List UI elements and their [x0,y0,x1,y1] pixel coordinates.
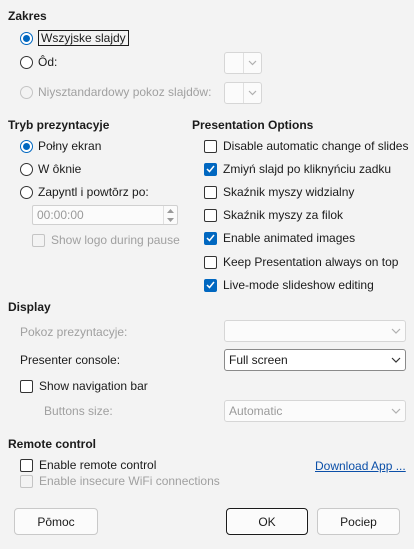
chevron-down-icon[interactable] [387,321,405,341]
chevron-down-icon[interactable] [387,401,405,421]
radio-in-window-label: W ôknie [38,162,82,176]
option-checkbox-6[interactable]: Live-mode slideshow editing [204,278,374,292]
checkbox-indicator[interactable] [20,474,33,488]
option-label: Disable automatic change of slides [223,139,409,153]
checkbox-unchecked-icon[interactable] [204,255,217,269]
checkbox-show-nav-bar[interactable]: Show navigation bar [20,379,148,393]
from-slide-select[interactable] [224,52,262,74]
option-checkbox-4[interactable]: Enable animated images [204,231,355,245]
checkbox-show-logo[interactable]: Show logo during pause [32,233,180,247]
checkbox-unchecked-icon[interactable] [204,139,217,153]
remote-section-title: Remote control [8,437,97,451]
radio-indicator[interactable] [20,85,33,99]
display-section-title: Display [8,300,51,314]
spin-up-icon[interactable] [164,206,177,215]
checkbox-unchecked-icon[interactable] [204,185,217,199]
option-label: Skaźnik myszy widzialny [223,185,355,199]
download-app-link[interactable]: Download App ... [315,459,406,473]
chevron-down-icon[interactable] [243,53,261,73]
radio-from-label: Ôd: [38,55,58,69]
option-label: Skaźnik myszy za filok [223,208,344,222]
buttons-size-value: Automatic [229,404,283,418]
radio-loop-label: Zapyntl i powtōrz po: [38,185,149,199]
checkbox-unchecked-icon[interactable] [204,208,217,222]
enable-remote-label: Enable remote control [39,458,157,472]
help-button[interactable]: Pōmoc [14,508,98,535]
buttons-size-select[interactable]: Automatic [224,400,406,422]
checkbox-indicator[interactable] [32,233,45,247]
radio-indicator[interactable] [20,139,33,153]
radio-custom-show[interactable]: Niysztandardowy pokoz slajdōw: [20,85,211,99]
radio-all-slides-label: Wszyjske slajdy [38,30,129,46]
checkbox-indicator[interactable] [20,458,33,472]
options-section-title: Presentation Options [192,118,314,132]
checkbox-enable-remote[interactable]: Enable remote control [20,458,156,472]
loop-time-spinner[interactable]: 00:00:00 [32,205,178,225]
presentation-display-label: Pokoz prezyntacyje: [20,325,128,339]
option-label: Enable animated images [223,231,356,245]
presenter-console-label: Presenter console: [20,353,121,367]
option-label: Live-mode slideshow editing [223,278,374,292]
option-label: Zmiyń slajd po kliknyńciu zadku [223,162,392,176]
presentation-display-select[interactable] [224,320,406,342]
radio-from[interactable]: Ôd: [20,55,57,69]
radio-full-screen-label: Połny ekran [38,139,102,153]
chevron-down-icon[interactable] [387,350,405,370]
radio-custom-show-label: Niysztandardowy pokoz slajdōw: [38,85,212,99]
checkbox-checked-icon[interactable] [204,278,217,292]
show-nav-bar-label: Show navigation bar [39,379,148,393]
show-logo-label: Show logo during pause [51,233,180,247]
buttons-size-label: Buttons size: [44,404,113,418]
option-label: Keep Presentation always on top [223,255,399,269]
spin-down-icon[interactable] [164,215,177,224]
option-checkbox-1[interactable]: Zmiyń slajd po kliknyńciu zadku [204,162,391,176]
checkbox-checked-icon[interactable] [204,231,217,245]
checkbox-enable-insecure[interactable]: Enable insecure WiFi connections [20,474,220,488]
radio-indicator[interactable] [20,185,33,199]
radio-full-screen[interactable]: Połny ekran [20,139,101,153]
presenter-console-select[interactable]: Full screen [224,349,406,371]
mode-section-title: Tryb prezyntacyje [8,118,110,132]
enable-insecure-label: Enable insecure WiFi connections [39,474,220,488]
checkbox-checked-icon[interactable] [204,162,217,176]
radio-indicator[interactable] [20,162,33,176]
radio-indicator[interactable] [20,31,33,45]
cancel-button[interactable]: Pociep [317,508,400,535]
chevron-down-icon[interactable] [243,83,261,103]
custom-show-select[interactable] [224,82,262,104]
option-checkbox-5[interactable]: Keep Presentation always on top [204,255,398,269]
radio-in-window[interactable]: W ôknie [20,162,81,176]
radio-all-slides[interactable]: Wszyjske slajdy [20,30,129,46]
radio-indicator[interactable] [20,55,33,69]
option-checkbox-0[interactable]: Disable automatic change of slides [204,139,408,153]
range-section-title: Zakres [8,9,47,23]
option-checkbox-3[interactable]: Skaźnik myszy za filok [204,208,343,222]
ok-button[interactable]: OK [226,508,308,535]
loop-time-value: 00:00:00 [37,208,84,222]
checkbox-indicator[interactable] [20,379,33,393]
option-checkbox-2[interactable]: Skaźnik myszy widzialny [204,185,354,199]
radio-loop[interactable]: Zapyntl i powtōrz po: [20,185,149,199]
presenter-console-value: Full screen [229,353,288,367]
